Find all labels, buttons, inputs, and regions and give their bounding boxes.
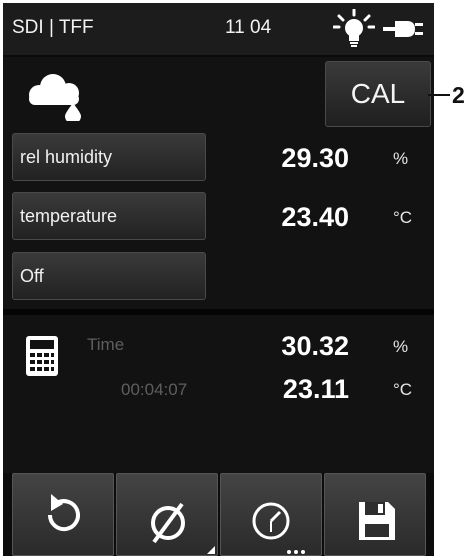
temperature-unit: °C bbox=[393, 208, 413, 227]
save-button[interactable] bbox=[324, 473, 426, 556]
callout-line bbox=[428, 94, 450, 96]
mean-temperature-unit: °C bbox=[393, 380, 413, 399]
temperature-value: 23.40 bbox=[281, 202, 349, 232]
cal-button[interactable]: CAL bbox=[325, 61, 431, 127]
cloud-rain-icon bbox=[29, 74, 81, 121]
humidity-value: 29.30 bbox=[281, 143, 349, 173]
power-plug-icon bbox=[383, 21, 423, 37]
divider bbox=[3, 309, 434, 315]
calculator-icon bbox=[26, 336, 58, 376]
app-label: SDI | TFF bbox=[12, 17, 94, 38]
lightbulb-icon bbox=[333, 9, 375, 47]
clock-button[interactable] bbox=[220, 473, 322, 556]
bottom-toolbar bbox=[3, 473, 434, 556]
mean-humidity-unit: % bbox=[393, 337, 409, 356]
callout-number: 2 bbox=[452, 82, 465, 108]
refresh-button[interactable] bbox=[12, 473, 114, 556]
clock-icon bbox=[252, 502, 305, 554]
humidity-unit: % bbox=[393, 149, 409, 168]
status-bar: SDI | TFF 11 04 bbox=[3, 3, 434, 57]
mean-temperature-value: 23.11 bbox=[282, 374, 349, 404]
device-screen: SDI | TFF 11 04 CAL rel humidity 29.30 %… bbox=[3, 3, 434, 556]
diameter-button[interactable] bbox=[116, 473, 218, 556]
mean-time-label: Time bbox=[87, 335, 125, 354]
mean-humidity-value: 30.32 bbox=[281, 331, 349, 361]
refresh-icon bbox=[47, 494, 80, 532]
diameter-icon bbox=[151, 502, 215, 554]
clock-time: 11 04 bbox=[225, 17, 272, 38]
save-icon bbox=[359, 502, 395, 540]
mean-elapsed-time: 00:04:07 bbox=[121, 380, 188, 399]
channel-off-button[interactable]: Off bbox=[12, 252, 206, 300]
channel-humidity-button[interactable]: rel humidity bbox=[12, 133, 206, 181]
channel-temperature-button[interactable]: temperature bbox=[12, 192, 206, 240]
